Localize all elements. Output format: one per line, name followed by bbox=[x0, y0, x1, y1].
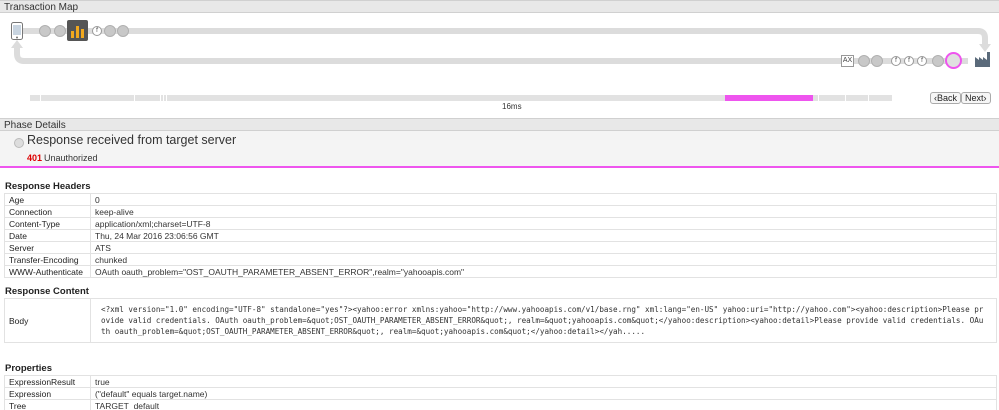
status-text: Unauthorized bbox=[44, 153, 98, 163]
timeline-divider bbox=[134, 95, 135, 101]
response-content-title: Response Content bbox=[5, 286, 89, 297]
phase-status-icon bbox=[14, 138, 24, 148]
table-row: Date Thu, 24 Mar 2016 23:06:56 GMT bbox=[4, 229, 997, 242]
request-policy-node[interactable]: f bbox=[92, 26, 102, 36]
phone-icon[interactable] bbox=[11, 22, 23, 40]
table-row: Expression ("default" equals target.name) bbox=[4, 387, 997, 400]
response-node-2[interactable] bbox=[871, 55, 883, 67]
timeline-divider bbox=[163, 95, 164, 101]
response-policy-node-3[interactable]: f bbox=[917, 56, 927, 66]
transaction-map-title: Transaction Map bbox=[4, 2, 79, 13]
next-button[interactable]: Next› bbox=[961, 92, 991, 104]
timeline-divider bbox=[845, 95, 846, 101]
response-content-table: Body <?xml version="1.0" encoding="UTF-8… bbox=[4, 298, 997, 343]
phase-summary: Response received from target server 401… bbox=[0, 131, 999, 168]
timeline-divider bbox=[40, 95, 41, 101]
analytics-ax-node[interactable]: AX bbox=[841, 55, 854, 67]
table-row: Tree TARGET_default bbox=[4, 399, 997, 410]
table-row: Connection keep-alive bbox=[4, 205, 997, 218]
phase-details-title: Phase Details bbox=[4, 120, 66, 131]
response-node-3[interactable] bbox=[932, 55, 944, 67]
transaction-map-header: Transaction Map bbox=[0, 0, 999, 13]
factory-icon[interactable] bbox=[975, 52, 991, 67]
timeline-duration: 16ms bbox=[502, 102, 522, 111]
timeline-divider bbox=[818, 95, 819, 101]
response-body-text[interactable]: <?xml version="1.0" encoding="UTF-8" sta… bbox=[95, 302, 992, 339]
body-value[interactable]: <?xml version="1.0" encoding="UTF-8" sta… bbox=[90, 298, 997, 343]
phase-details-header: Phase Details bbox=[0, 118, 999, 131]
timeline-divider bbox=[166, 95, 167, 101]
transaction-map: f AX f f f 16ms bbox=[0, 14, 999, 118]
table-row: WWW-Authenticate OAuth oauth_problem="OST… bbox=[4, 265, 997, 278]
response-headers-table: Age 0 Connection keep-alive Content-Type ap… bbox=[4, 193, 997, 278]
status-code: 401 bbox=[27, 153, 43, 163]
response-policy-node-2[interactable]: f bbox=[904, 56, 914, 66]
proxy-analytics-icon[interactable] bbox=[67, 20, 88, 41]
table-row: Age 0 bbox=[4, 193, 997, 206]
request-node-1[interactable] bbox=[39, 25, 51, 37]
properties-table: ExpressionResult true Expression ("default… bbox=[4, 375, 997, 410]
table-row: Content-Type application/xml;charset=UTF-… bbox=[4, 217, 997, 230]
response-headers-title: Response Headers bbox=[5, 181, 91, 192]
body-key: Body bbox=[4, 298, 91, 343]
response-node-1[interactable] bbox=[858, 55, 870, 67]
properties-title: Properties bbox=[5, 363, 52, 374]
response-policy-node-1[interactable]: f bbox=[891, 56, 901, 66]
table-row: ExpressionResult true bbox=[4, 375, 997, 388]
back-button[interactable]: ‹Back bbox=[930, 92, 962, 104]
selected-phase-node[interactable] bbox=[945, 52, 962, 69]
request-node-3[interactable] bbox=[104, 25, 116, 37]
timeline-active-segment[interactable] bbox=[725, 95, 813, 101]
timeline-bar[interactable] bbox=[30, 95, 892, 101]
phase-title: Response received from target server bbox=[27, 133, 237, 147]
table-row: Body <?xml version="1.0" encoding="UTF-8… bbox=[4, 298, 997, 343]
request-node-2[interactable] bbox=[54, 25, 66, 37]
timeline-divider bbox=[868, 95, 869, 101]
timeline-divider bbox=[160, 95, 161, 101]
table-row: Server ATS bbox=[4, 241, 997, 254]
request-node-4[interactable] bbox=[117, 25, 129, 37]
table-row: Transfer-Encoding chunked bbox=[4, 253, 997, 266]
